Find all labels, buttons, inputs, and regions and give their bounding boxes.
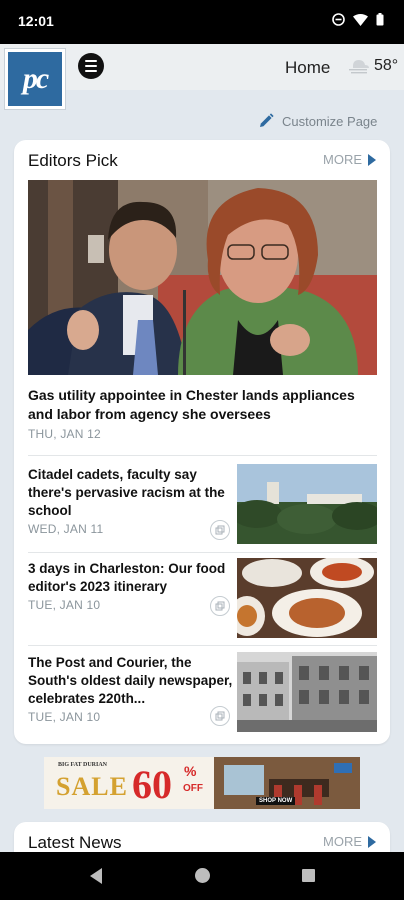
article-headline[interactable]: 3 days in Charleston: Our food editor's …: [28, 560, 233, 596]
latest-news-title: Latest News: [28, 833, 122, 852]
article-thumbnail[interactable]: [237, 652, 377, 732]
article-date: TUE, JAN 10: [28, 710, 101, 724]
ad-brand: BIG FAT DURIAN: [58, 762, 108, 768]
system-navigation-bar: [0, 852, 404, 900]
page-title: Home: [285, 58, 331, 77]
status-time: 12:01: [18, 13, 54, 29]
share-icon[interactable]: [210, 520, 230, 540]
divider: [28, 455, 377, 456]
editors-pick-card: Editors Pick MORE Gas utility appointee …: [14, 140, 390, 744]
divider: [28, 552, 377, 553]
customize-page-link[interactable]: Customize Page: [258, 113, 377, 129]
article-headline[interactable]: Citadel cadets, faculty say there's perv…: [28, 466, 233, 520]
weather-widget[interactable]: 58°: [348, 57, 398, 75]
article-date: WED, JAN 11: [28, 522, 104, 536]
back-icon[interactable]: [90, 868, 102, 884]
latest-news-more-link[interactable]: MORE: [323, 834, 376, 849]
hero-article-headline[interactable]: Gas utility appointee in Chester lands a…: [28, 386, 373, 424]
status-bar: 12:01: [0, 0, 404, 44]
article-headline[interactable]: The Post and Courier, the South's oldest…: [28, 654, 233, 708]
article-thumbnail[interactable]: [237, 558, 377, 638]
article-thumbnail[interactable]: [237, 464, 377, 544]
home-icon[interactable]: [195, 868, 210, 883]
hamburger-menu-icon[interactable]: [78, 53, 104, 79]
ad-shop-now: SHOP NOW: [256, 797, 296, 805]
hero-article-image[interactable]: [28, 180, 377, 375]
ad-discount: 60: [132, 762, 172, 807]
divider: [28, 645, 377, 646]
cloud-fog-icon: [349, 60, 369, 74]
hero-article-date: THU, JAN 12: [28, 427, 101, 441]
more-label: MORE: [323, 152, 362, 167]
editors-pick-title: Editors Pick: [28, 151, 118, 170]
article-date: TUE, JAN 10: [28, 598, 101, 612]
recent-apps-icon[interactable]: [302, 869, 315, 882]
temperature: 58°: [374, 57, 399, 74]
editors-pick-more-link[interactable]: MORE: [323, 152, 376, 167]
chevron-right-icon: [368, 153, 376, 166]
wifi-icon: [353, 13, 368, 26]
chevron-right-icon: [368, 835, 376, 848]
customize-label: Customize Page: [282, 113, 378, 129]
status-icons: [332, 13, 384, 26]
ad-sale-text: SALE: [56, 772, 128, 801]
ad-off: OFF: [183, 783, 203, 794]
logo-text: pc: [8, 52, 62, 106]
advertisement-banner[interactable]: BIG FAT DURIAN SALE 60 % OFF SHOP NOW: [44, 757, 360, 809]
post-and-courier-logo[interactable]: pc: [4, 48, 66, 110]
ad-percent: %: [184, 763, 197, 779]
do-not-disturb-icon: [332, 13, 345, 26]
more-label: MORE: [323, 834, 362, 849]
share-icon[interactable]: [210, 706, 230, 726]
pencil-icon: [260, 113, 274, 127]
share-icon[interactable]: [210, 596, 230, 616]
battery-icon: [376, 13, 384, 26]
